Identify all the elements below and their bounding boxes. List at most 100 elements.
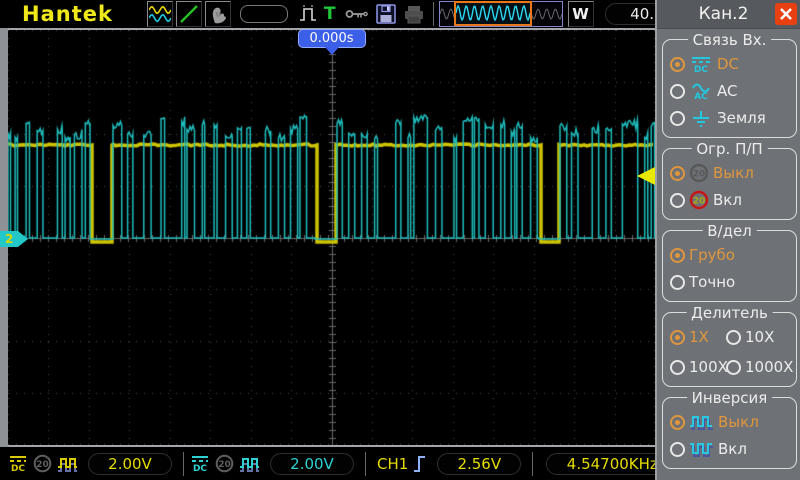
option-label: DC [717, 55, 739, 73]
option-label: 10X [745, 328, 774, 346]
section-bw-limit-legend: Огр. П/П [691, 140, 767, 158]
window-mode-button[interactable]: W [568, 1, 594, 27]
radio-circle [670, 111, 685, 126]
section-inversion-legend: Инверсия [687, 389, 773, 407]
svg-text:20: 20 [693, 197, 706, 207]
ch2-dc-coupling-icon: DC [189, 455, 211, 472]
svg-text:DC: DC [694, 65, 708, 73]
radio-circle [670, 415, 685, 430]
radio-circle [670, 57, 685, 72]
save-floppy-icon[interactable] [375, 3, 397, 25]
brand-logo: Hantek [22, 2, 113, 26]
radio-coupling-ac[interactable]: AC AC [670, 79, 794, 103]
key-lock-icon[interactable] [345, 7, 369, 21]
ch1-waveform-icon [56, 455, 78, 472]
radio-probe-10x[interactable]: 10X [726, 325, 794, 349]
option-label: 1000X [745, 358, 793, 376]
section-vdiv: В/дел Грубо Точно [662, 230, 797, 302]
close-button[interactable] [775, 3, 797, 25]
radio-vdiv-coarse[interactable]: Грубо [670, 243, 794, 267]
overview-wave-bright [456, 3, 530, 24]
svg-text:DC: DC [11, 464, 25, 472]
panel-title: Кан.2 [699, 4, 749, 24]
section-coupling: Связь Вх. DC DC AC AC [662, 39, 797, 138]
statusbar-separator [532, 452, 533, 476]
radio-vdiv-fine[interactable]: Точно [670, 270, 794, 294]
radio-circle [670, 84, 685, 99]
ch1-volts-div-readout: 2.00V [88, 453, 172, 475]
svg-text:20: 20 [693, 170, 706, 180]
ch1-bw-limit-icon: 20 [33, 454, 52, 473]
section-inversion: Инверсия Выкл Вкл [662, 397, 797, 469]
radio-coupling-ground[interactable]: Земля [670, 106, 794, 130]
time-cursor-badge[interactable]: 0.000s [298, 29, 366, 48]
section-probe: Делитель 1X 10X 100X 1000X [662, 312, 797, 387]
hand-icon [207, 3, 229, 25]
radio-circle [670, 330, 685, 345]
radio-probe-1000x[interactable]: 1000X [726, 355, 794, 379]
radio-probe-1x[interactable]: 1X [670, 325, 726, 349]
section-probe-legend: Делитель [686, 304, 773, 322]
trigger-source-label: CH1 [377, 455, 408, 473]
option-label: Вкл [718, 440, 747, 458]
radio-probe-100x[interactable]: 100X [670, 355, 726, 379]
option-label: AC [717, 82, 737, 100]
statusbar-separator [183, 452, 184, 476]
section-coupling-legend: Связь Вх. [688, 31, 772, 49]
option-label: Земля [717, 109, 766, 127]
invert-off-icon [689, 414, 714, 430]
option-label: Выкл [713, 164, 754, 182]
radio-bw-off[interactable]: 20 Выкл [670, 161, 794, 185]
channel-waveforms-button[interactable] [147, 1, 173, 27]
ch2-waveform-icon [238, 455, 260, 472]
option-label: Вкл [713, 191, 742, 209]
svg-text:20: 20 [36, 460, 49, 470]
diagonal-line-icon [178, 3, 200, 25]
ch2-bw-limit-icon: 20 [215, 454, 234, 473]
radio-circle [670, 360, 685, 375]
trigger-level-arrow[interactable] [637, 167, 655, 185]
cursor-line-button[interactable] [176, 1, 202, 27]
print-icon[interactable] [403, 4, 425, 24]
bw20-on-icon: 20 [689, 190, 709, 210]
svg-text:20: 20 [218, 460, 231, 470]
ac-coupling-icon: AC [689, 83, 713, 100]
overview-window[interactable] [454, 1, 532, 26]
trigger-level-readout: 2.56V [437, 453, 521, 475]
trigger-status-letter: T [324, 4, 336, 24]
radio-circle [670, 442, 685, 457]
radio-circle [726, 330, 741, 345]
status-bar: DC 20 2.00V DC 20 2.00V CH1 2.56V 4.5470… [0, 447, 655, 480]
ch1-dc-coupling-icon: DC [7, 455, 29, 472]
statusbar-separator [365, 452, 366, 476]
rising-edge-icon [412, 453, 427, 474]
svg-text:AC: AC [694, 92, 708, 100]
ground-icon [689, 110, 713, 127]
option-label: Выкл [718, 413, 759, 431]
radio-circle [726, 360, 741, 375]
radio-coupling-dc[interactable]: DC DC [670, 52, 794, 76]
svg-text:DC: DC [193, 464, 207, 472]
oscilloscope-screen: { "topbar": {"brand": "Hantek", "trigger… [0, 0, 800, 480]
invert-on-icon [689, 441, 714, 457]
dual-wave-icon [149, 4, 171, 24]
top-toolbar: Hantek T [0, 0, 655, 28]
section-vdiv-legend: В/дел [702, 222, 757, 240]
empty-readout-field[interactable] [240, 5, 288, 23]
option-label: 1X [689, 328, 709, 346]
option-label: Точно [689, 273, 735, 291]
scope-display: 0.000s 2 [8, 28, 655, 447]
radio-invert-off[interactable]: Выкл [670, 410, 794, 434]
radio-bw-on[interactable]: 20 Вкл [670, 188, 794, 212]
close-icon [779, 7, 793, 21]
option-label: Грубо [689, 246, 735, 264]
hand-pan-button[interactable] [205, 1, 231, 27]
radio-invert-on[interactable]: Вкл [670, 437, 794, 461]
radio-circle [670, 166, 685, 181]
pulse-trigger-icon[interactable] [299, 4, 317, 24]
ch2-volts-div-readout: 2.00V [270, 453, 354, 475]
radio-circle [670, 248, 685, 263]
waveform-overview-strip[interactable] [439, 1, 563, 27]
waveform-canvas [8, 30, 655, 445]
radio-circle [670, 193, 685, 208]
